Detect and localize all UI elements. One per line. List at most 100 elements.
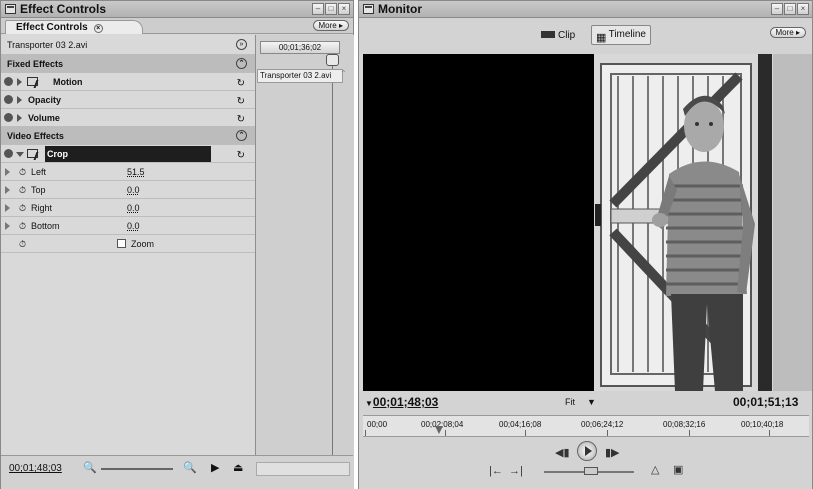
playhead-handle-icon[interactable] xyxy=(326,54,339,66)
zoom-checkbox[interactable] xyxy=(117,239,126,248)
play-button[interactable] xyxy=(577,441,597,461)
clip-tab-label: Clip xyxy=(558,30,576,41)
stopwatch-icon[interactable]: ⏱ xyxy=(19,235,26,253)
param-row-top: ⏱ Top 0.0 xyxy=(1,181,255,199)
effect-controls-title: Effect Controls xyxy=(20,2,107,16)
param-row-left: ⏱ Left 51.5 xyxy=(1,163,255,181)
stopwatch-icon[interactable]: ⏱ xyxy=(19,199,26,217)
video-preview[interactable] xyxy=(363,54,812,391)
horizontal-scrollbar[interactable] xyxy=(256,462,350,476)
collapse-icon[interactable]: ⌃ xyxy=(236,130,247,141)
loop-audio-icon[interactable]: ⏏ xyxy=(233,461,243,474)
maximize-icon[interactable]: □ xyxy=(325,3,337,15)
tab-timeline[interactable]: ▦ Timeline xyxy=(591,25,651,45)
clip-name: Transporter 03 2.avi xyxy=(7,40,88,50)
monitor-controls: ▼00;01;48;03 Fit ▼ 00;01;51;13 00;00 00;0… xyxy=(359,391,812,489)
effect-name: Volume xyxy=(28,113,60,123)
param-name: Left xyxy=(31,167,47,177)
close-icon[interactable]: × xyxy=(797,3,809,15)
expand-triangle-icon[interactable] xyxy=(5,186,10,194)
current-timecode[interactable]: ▼00;01;48;03 xyxy=(365,395,438,409)
expand-triangle-icon[interactable] xyxy=(17,96,22,104)
motion-transform-icon[interactable] xyxy=(27,77,38,86)
param-value[interactable]: 0.0 xyxy=(127,199,140,217)
monitor-titlebar[interactable]: Monitor – □ × xyxy=(359,1,812,18)
zoom-in-icon[interactable]: 🔍 xyxy=(183,461,197,474)
effect-row-opacity[interactable]: Opacity ↻ xyxy=(1,91,255,109)
more-button[interactable]: More ▸ xyxy=(769,27,806,38)
fixed-effects-header: Fixed Effects ⌃ xyxy=(1,55,255,73)
export-frame-icon[interactable]: ▣ xyxy=(673,463,683,476)
tab-close-icon[interactable]: × xyxy=(93,24,103,33)
stopwatch-icon[interactable]: ⏱ xyxy=(19,163,26,181)
step-back-icon[interactable]: ◀▮ xyxy=(555,446,570,459)
zoom-slider[interactable] xyxy=(101,468,173,470)
set-out-point-icon[interactable]: →| xyxy=(509,465,523,477)
maximize-icon[interactable]: □ xyxy=(784,3,796,15)
fx-toggle-icon[interactable] xyxy=(4,113,13,122)
ruler-tick xyxy=(689,430,690,436)
tab-effect-controls[interactable]: Effect Controls × xyxy=(5,20,143,34)
expand-triangle-icon[interactable] xyxy=(5,168,10,176)
effect-row-volume[interactable]: Volume ↻ xyxy=(1,109,255,127)
effect-row-motion[interactable]: Motion ↻ xyxy=(1,73,255,91)
more-label: More xyxy=(775,28,794,37)
close-icon[interactable]: × xyxy=(338,3,350,15)
param-value[interactable]: 51.5 xyxy=(127,163,145,181)
more-label: More xyxy=(318,21,337,30)
current-time-indicator[interactable] xyxy=(332,55,333,489)
ruler-tick xyxy=(525,430,526,436)
crop-transform-icon[interactable] xyxy=(27,149,38,158)
expand-triangle-icon[interactable] xyxy=(17,78,22,86)
bell-marker-icon[interactable]: △ xyxy=(651,463,659,476)
param-value[interactable]: 0.0 xyxy=(127,217,140,235)
fx-toggle-icon[interactable] xyxy=(4,77,13,86)
effect-timeline[interactable]: 00;01;36;02 Transporter 03 2.avi ⌃ ⌄ xyxy=(255,35,354,489)
vertical-scrollbar[interactable]: ⌃ ⌄ xyxy=(340,69,350,489)
video-effects-label: Video Effects xyxy=(7,131,64,141)
set-in-point-icon[interactable]: |← xyxy=(489,465,503,477)
zoom-out-icon[interactable]: 🔍 xyxy=(83,461,97,474)
tab-clip[interactable]: Clip xyxy=(541,30,575,41)
ruler-tick xyxy=(365,430,366,436)
ruler-tick xyxy=(769,430,770,436)
dropdown-arrow-icon: ▼ xyxy=(587,397,596,407)
param-name: Top xyxy=(31,185,46,195)
collapse-triangle-icon[interactable] xyxy=(16,152,24,157)
show-timeline-icon[interactable]: » xyxy=(236,39,247,50)
tab-bar: Effect Controls × More ▸ xyxy=(1,18,353,34)
fx-toggle-icon[interactable] xyxy=(4,149,13,158)
collapse-icon[interactable]: ⌃ xyxy=(236,58,247,69)
expand-triangle-icon[interactable] xyxy=(17,114,22,122)
effect-name: Opacity xyxy=(28,95,62,105)
effect-controls-titlebar[interactable]: Effect Controls – □ × xyxy=(1,1,353,18)
minimize-icon[interactable]: – xyxy=(771,3,783,15)
expand-triangle-icon[interactable] xyxy=(5,204,10,212)
timeline-icon: ▦ xyxy=(596,32,607,44)
timeline-clip[interactable]: Transporter 03 2.avi xyxy=(257,69,343,83)
ruler-tick xyxy=(607,430,608,436)
effect-row-crop[interactable]: Crop ↻ xyxy=(1,145,255,163)
playhead-icon[interactable] xyxy=(434,426,443,434)
zoom-label: Zoom xyxy=(131,239,155,249)
ruler-tick xyxy=(445,430,446,436)
step-forward-icon[interactable]: ▮▶ xyxy=(605,446,620,459)
param-value[interactable]: 0.0 xyxy=(127,181,140,199)
effect-controls-footer: 00;01;48;03 🔍 🔍 ▶ ⏏ xyxy=(1,455,353,489)
stopwatch-icon[interactable]: ⏱ xyxy=(19,217,26,235)
video-effects-header: Video Effects ⌃ xyxy=(1,127,255,145)
expand-triangle-icon[interactable] xyxy=(5,222,10,230)
current-timecode[interactable]: 00;01;48;03 xyxy=(9,463,62,474)
scroll-up-icon[interactable]: ⌃ xyxy=(340,69,350,79)
stopwatch-icon[interactable]: ⏱ xyxy=(19,181,26,199)
more-button[interactable]: More ▸ xyxy=(312,20,349,31)
effects-list: Transporter 03 2.avi » Fixed Effects ⌃ M… xyxy=(1,35,255,455)
fx-toggle-icon[interactable] xyxy=(4,95,13,104)
minimize-icon[interactable]: – xyxy=(312,3,324,15)
shuttle-knob[interactable] xyxy=(584,467,598,475)
time-ruler[interactable]: 00;00 00;02;08;04 00;04;16;08 00;06;24;1… xyxy=(363,415,809,437)
play-audio-icon[interactable]: ▶ xyxy=(211,461,219,474)
ruler-label: 00;00 xyxy=(367,420,388,429)
current-timecode-value: 00;01;48;03 xyxy=(372,395,439,409)
zoom-fit-select[interactable]: Fit ▼ xyxy=(565,397,596,407)
